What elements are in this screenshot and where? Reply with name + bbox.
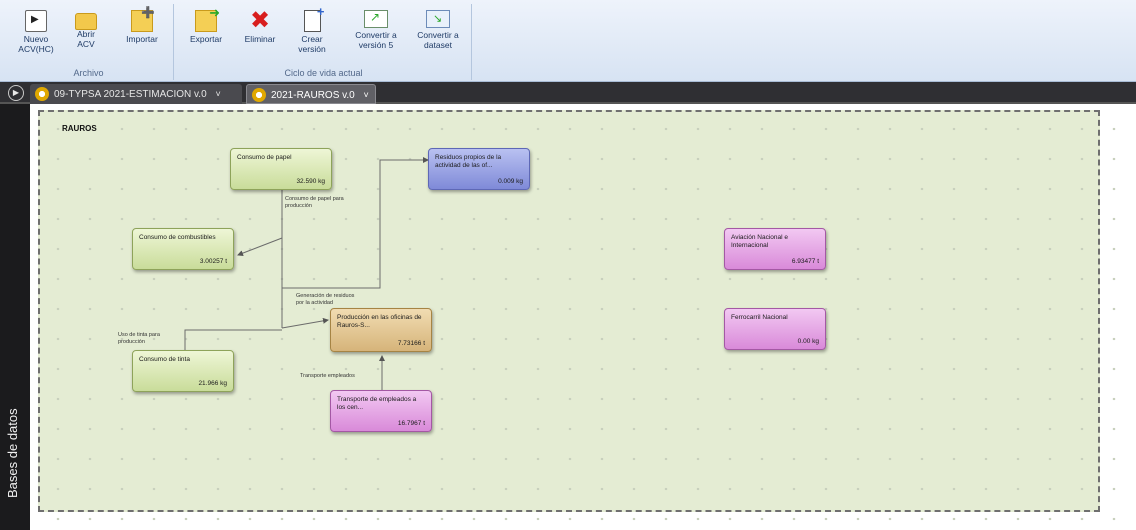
node-consumo-papel[interactable]: Consumo de papel 32.590 kg: [230, 148, 332, 190]
node-value: 32.590 kg: [296, 178, 325, 185]
folder-open-icon: [75, 13, 97, 30]
node-consumo-tinta[interactable]: Consumo de tinta 21.966 kg: [132, 350, 234, 392]
ribbon-group-ciclo: Exportar Eliminar Crear versión Converti…: [176, 4, 472, 80]
create-version-label: Crear versión: [298, 34, 326, 54]
node-residuos[interactable]: Residuos propios de la actividad de las …: [428, 148, 530, 190]
delete-button[interactable]: Eliminar: [234, 6, 286, 64]
convert-dataset-button[interactable]: Convertir a dataset: [408, 6, 468, 64]
tab-dropdown-icon[interactable]: ˅: [215, 84, 220, 104]
node-label: Consumo de papel: [237, 154, 292, 161]
import-label: Importar: [126, 34, 158, 44]
document-tab-icon: [35, 87, 49, 101]
convert-version5-button[interactable]: Convertir a versión 5: [346, 6, 406, 64]
open-acv-label: Abrir ACV: [77, 29, 95, 49]
new-acv-icon: [25, 10, 47, 32]
node-label: Ferrocarril Nacional: [731, 314, 788, 321]
convert-version5-icon: [364, 10, 388, 28]
node-label: Producción en las oficinas de Rauros-S..…: [337, 314, 422, 329]
tab-typsa-2021-label: 09-TYPSA 2021-ESTIMACION v.0: [54, 89, 207, 100]
convert-version5-label: Convertir a versión 5: [355, 30, 397, 50]
new-acv-label: Nuevo ACV(HC): [18, 34, 54, 54]
node-value: 7.73166 t: [397, 340, 425, 347]
convert-dataset-label: Convertir a dataset: [417, 30, 459, 50]
create-version-icon: [303, 4, 324, 32]
canvas-title: RAUROS: [62, 124, 97, 133]
delete-x-icon: [249, 6, 271, 35]
node-value: 16.7967 t: [397, 420, 425, 427]
tab-rauros-2021[interactable]: 2021-RAUROS v.0 ˅: [246, 84, 376, 104]
node-value: 0.00 kg: [797, 338, 819, 345]
export-icon: [195, 5, 220, 32]
node-label: Aviación Nacional e Internacional: [731, 234, 788, 249]
document-tabstrip: ▶ 09-TYPSA 2021-ESTIMACION v.0 ˅ 2021-RA…: [0, 82, 1136, 104]
document-tab-icon: [252, 88, 266, 102]
node-label: Consumo de combustibles: [139, 234, 216, 241]
convert-dataset-icon: [426, 10, 450, 28]
edge-label-residuos: Generación de residuos por la actividad: [296, 293, 355, 306]
node-aviacion[interactable]: Aviación Nacional e Internacional 6.9347…: [724, 228, 826, 270]
create-version-button[interactable]: Crear versión: [286, 4, 338, 64]
export-label: Exportar: [189, 34, 223, 44]
node-label: Residuos propios de la actividad de las …: [435, 154, 502, 169]
edge-label-papel: Consumo de papel para producción: [285, 196, 344, 209]
export-button[interactable]: Exportar: [180, 5, 232, 64]
node-label: Consumo de tinta: [139, 356, 190, 363]
tab-dropdown-icon[interactable]: ˅: [364, 85, 369, 105]
ribbon-toolbar: Nuevo ACV(HC) Abrir ACV Importar Archivo…: [0, 0, 1136, 82]
node-value: 3.00257 t: [199, 258, 227, 265]
ribbon-group-archivo: Nuevo ACV(HC) Abrir ACV Importar Archivo: [4, 4, 174, 80]
tab-rauros-2021-label: 2021-RAUROS v.0: [271, 90, 355, 101]
edge-label-tinta: Uso de tinta para producción: [118, 332, 160, 345]
node-value: 0.009 kg: [498, 178, 523, 185]
node-consumo-combustibles[interactable]: Consumo de combustibles 3.00257 t: [132, 228, 234, 270]
node-value: 21.966 kg: [198, 380, 227, 387]
node-produccion[interactable]: Producción en las oficinas de Rauros-S..…: [330, 308, 432, 352]
node-label: Transporte de empleados a los cen...: [337, 396, 417, 411]
node-ferrocarril[interactable]: Ferrocarril Nacional 0.00 kg: [724, 308, 826, 350]
ribbon-group-archivo-title: Archivo: [73, 68, 104, 78]
delete-label: Eliminar: [244, 34, 276, 44]
import-icon: [131, 6, 155, 32]
node-value: 6.93477 t: [791, 258, 819, 265]
import-button[interactable]: Importar: [116, 6, 168, 64]
node-transporte-empleados[interactable]: Transporte de empleados a los cen... 16.…: [330, 390, 432, 432]
tab-nav-icon[interactable]: ▶: [8, 85, 24, 101]
diagram-canvas[interactable]: [38, 110, 1100, 512]
databases-side-label[interactable]: Bases de datos: [5, 408, 20, 498]
ribbon-group-ciclo-title: Ciclo de vida actual: [284, 68, 363, 78]
open-acv-button[interactable]: Abrir ACV: [60, 6, 112, 64]
edge-label-transporte: Transporte empleados: [300, 373, 355, 379]
new-acv-button[interactable]: Nuevo ACV(HC): [10, 6, 62, 64]
tab-typsa-2021[interactable]: 09-TYPSA 2021-ESTIMACION v.0 ˅: [30, 84, 242, 104]
